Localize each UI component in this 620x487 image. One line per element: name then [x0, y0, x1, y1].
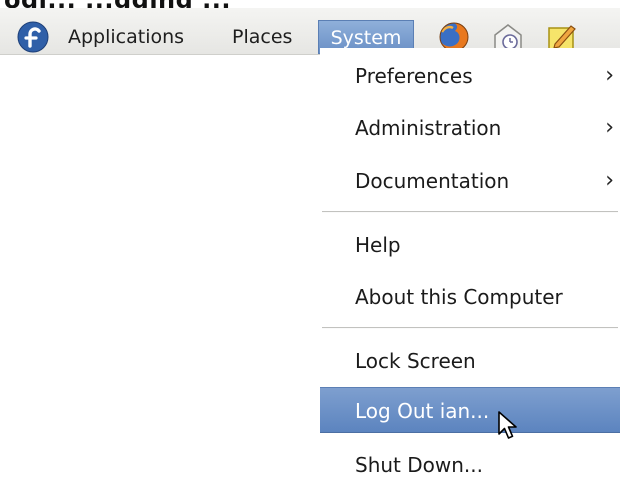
menu-item-help[interactable]: Help — [320, 222, 620, 268]
desktop-screenshot: ogi... ...gging ... Applications Places … — [0, 0, 620, 487]
menu-item-label: Documentation — [355, 169, 510, 193]
menu-item-label: Help — [355, 233, 401, 257]
fedora-logo-icon[interactable] — [17, 21, 49, 53]
menu-item-preferences[interactable]: Preferences › — [320, 53, 620, 99]
submenu-arrow-icon: › — [605, 115, 614, 140]
places-menu[interactable]: Places — [228, 20, 296, 54]
menu-item-documentation[interactable]: Documentation › — [320, 158, 620, 204]
menu-item-label: Shut Down... — [355, 453, 483, 477]
menu-item-lock-screen[interactable]: Lock Screen — [320, 338, 620, 384]
menu-item-label: Lock Screen — [355, 349, 476, 373]
menu-item-label: Log Out ian... — [355, 399, 490, 423]
menu-separator — [322, 211, 618, 213]
menu-item-shut-down[interactable]: Shut Down... — [320, 442, 620, 487]
menu-item-label: Preferences — [355, 64, 473, 88]
menu-item-administration[interactable]: Administration › — [320, 105, 620, 151]
menu-separator — [322, 327, 618, 329]
menu-item-log-out[interactable]: Log Out ian... — [320, 387, 620, 433]
submenu-arrow-icon: › — [605, 168, 614, 193]
menu-item-label: About this Computer — [355, 285, 563, 309]
system-dropdown-menu: Preferences › Administration › Documenta… — [320, 48, 620, 487]
submenu-arrow-icon: › — [605, 63, 614, 88]
menu-item-about-this-computer[interactable]: About this Computer — [320, 274, 620, 320]
applications-menu[interactable]: Applications — [64, 20, 188, 54]
mouse-pointer-icon — [498, 411, 517, 439]
menu-item-label: Administration — [355, 116, 502, 140]
